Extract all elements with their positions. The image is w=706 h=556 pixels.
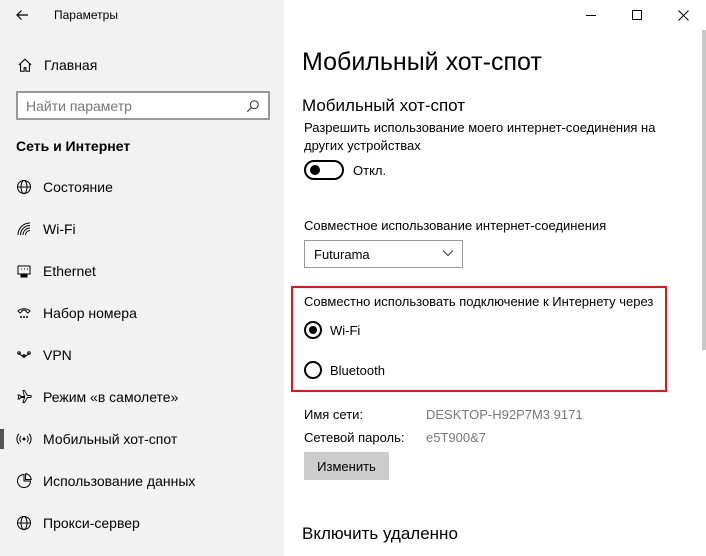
data-usage-icon [16,473,32,489]
sidebar-item-label: Wi-Fi [43,221,76,237]
home-label: Главная [44,57,98,73]
home-icon [16,56,34,74]
maximize-icon [631,9,642,20]
airplane-icon [16,389,32,405]
sidebar-item-label: Использование данных [43,473,196,489]
window-title: Параметры [54,8,118,22]
hotspot-toggle-row: Откл. [304,160,386,180]
section-title: Мобильный хот-спот [302,96,466,115]
radio-wifi[interactable]: Wi-Fi [304,321,360,339]
toggle-state-label: Откл. [353,162,387,178]
sidebar-item-wifi[interactable]: Wi-Fi [0,208,284,250]
radio-bluetooth[interactable]: Bluetooth [304,361,385,379]
allow-sharing-text: Разрешить использование моего интернет-с… [304,120,656,153]
close-button[interactable] [660,0,706,30]
radio-label: Bluetooth [330,362,385,378]
sidebar-item-label: Режим «в самолете» [43,389,179,405]
page-title: Мобильный хот-спот [302,48,542,76]
chevron-down-icon [442,250,454,257]
share-via-label: Совместно использовать подключение к Инт… [304,294,654,309]
sidebar: Параметры Главная Сеть и Интернет Состоя… [0,0,284,556]
password-value: e5T900&7 [426,430,486,445]
window-controls [568,0,706,30]
radio-button[interactable] [304,321,322,339]
search-box[interactable] [16,91,270,120]
section-title: Сеть и Интернет [16,138,131,154]
sidebar-item-vpn[interactable]: VPN [0,334,284,376]
sidebar-item-label: Мобильный хот-спот [43,431,178,447]
sidebar-item-label: VPN [43,347,72,363]
search-input[interactable] [18,93,238,118]
wifi-icon [16,221,32,237]
sidebar-item-home[interactable]: Главная [16,55,97,75]
arrow-left-icon [16,10,28,20]
toggle-knob [310,165,320,175]
ethernet-icon [16,263,32,279]
sidebar-item-proxy[interactable]: Прокси-сервер [0,502,284,544]
network-name-value: DESKTOP-H92P7M3 9171 [426,407,583,422]
globe-icon [16,515,32,531]
share-connection-label: Совместное использование интернет-соедин… [304,218,607,233]
back-button[interactable] [0,0,44,30]
dialup-icon [16,305,32,321]
share-connection-dropdown[interactable]: Futurama [304,240,463,268]
sidebar-item-data-usage[interactable]: Использование данных [0,460,284,502]
sidebar-item-hotspot[interactable]: Мобильный хот-спот [0,418,284,460]
change-button[interactable]: Изменить [304,452,389,480]
vpn-icon [16,347,32,363]
radio-button[interactable] [304,361,322,379]
hotspot-toggle[interactable] [304,160,344,180]
sidebar-item-label: Набор номера [43,305,137,321]
hotspot-icon [16,431,32,447]
sidebar-item-label: Прокси-сервер [43,515,140,531]
maximize-button[interactable] [614,0,660,30]
dropdown-selected-value: Futurama [314,246,370,262]
globe-icon [16,179,32,195]
sidebar-item-airplane[interactable]: Режим «в самолете» [0,376,284,418]
minimize-button[interactable] [568,0,614,30]
search-icon[interactable] [238,99,268,113]
remote-section-title: Включить удаленно [302,524,458,543]
sidebar-item-status[interactable]: Состояние [0,166,284,208]
scrollbar[interactable] [702,30,706,350]
close-icon [677,9,689,21]
sidebar-item-label: Состояние [43,179,113,195]
sidebar-item-label: Ethernet [43,263,96,279]
sidebar-item-dialup[interactable]: Набор номера [0,292,284,334]
password-label: Сетевой пароль: [304,430,405,445]
radio-label: Wi-Fi [330,322,361,338]
minimize-icon [585,14,596,16]
network-name-label: Имя сети: [304,407,364,422]
main-panel: Мобильный хот-спот Мобильный хот-спот Ра… [284,0,706,556]
sidebar-nav: Состояние Wi-Fi Ethernet Набор номера VP… [0,166,284,544]
title-bar: Параметры [0,0,284,30]
sidebar-item-ethernet[interactable]: Ethernet [0,250,284,292]
